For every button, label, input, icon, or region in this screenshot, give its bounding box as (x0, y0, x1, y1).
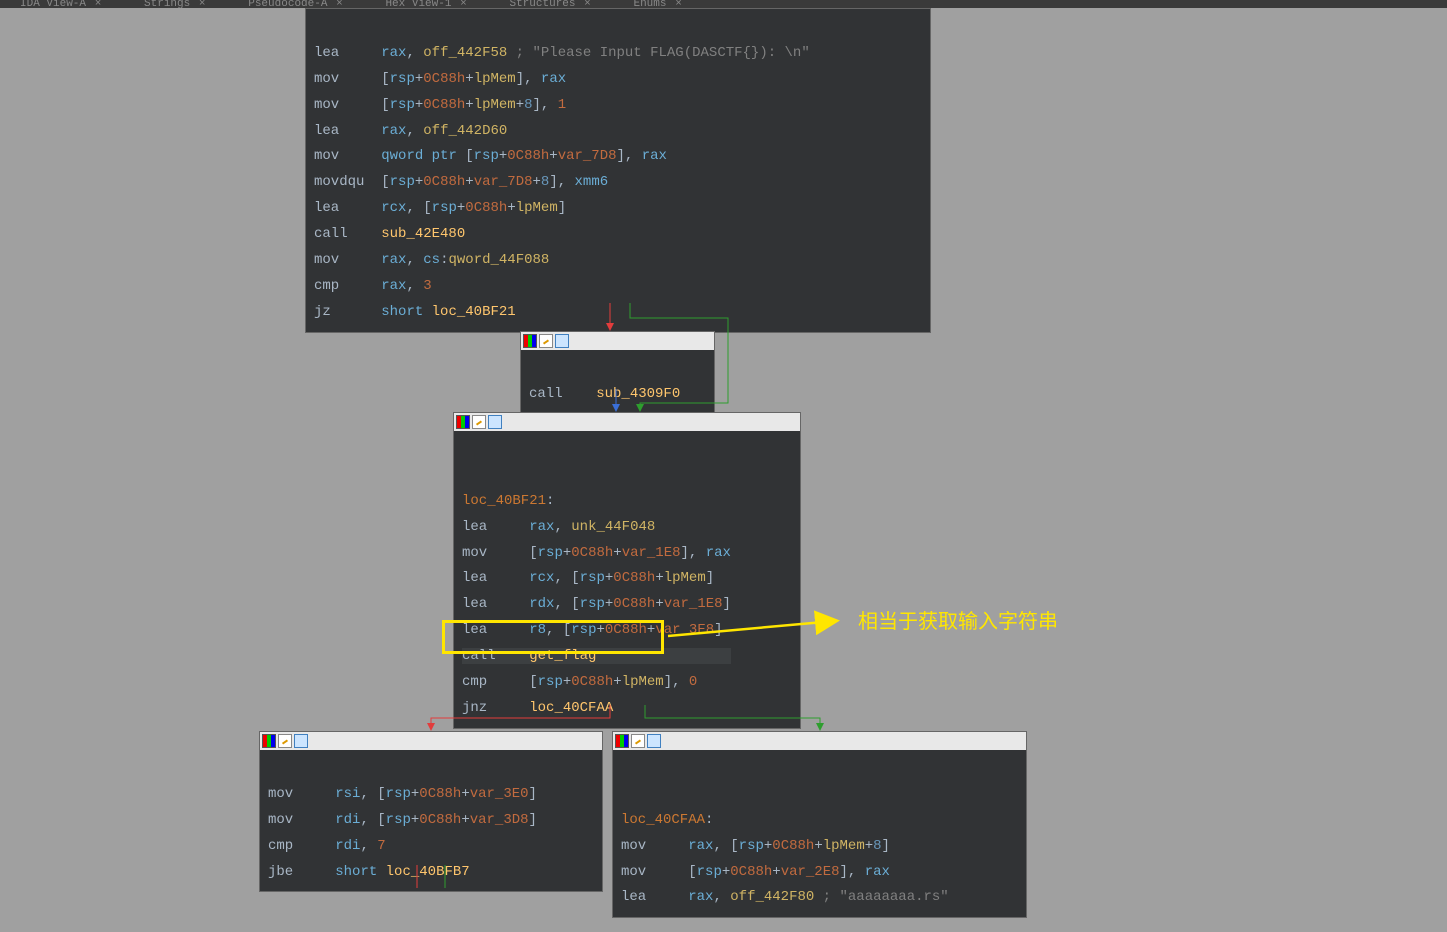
tab-bar: IDA View-A× Strings× Pseudocode-A× Hex V… (0, 0, 1447, 8)
tab-ida-view[interactable]: IDA View-A× (0, 0, 124, 8)
disasm-body: loc_40CFAA: mov rax, [rsp+0C88h+lpMem+8]… (613, 750, 1026, 917)
node-header (260, 732, 602, 750)
graph-node[interactable]: loc_40BF21: lea rax, unk_44F048 mov [rsp… (453, 412, 801, 729)
close-icon[interactable]: × (457, 0, 469, 8)
tab-enums[interactable]: Enums× (613, 0, 704, 8)
edit-icon[interactable] (472, 415, 486, 429)
graph-canvas[interactable]: lea rax, off_442F58 ; "Please Input FLAG… (0, 8, 1447, 924)
rgb-icon[interactable] (523, 334, 537, 348)
doc-icon[interactable] (488, 415, 502, 429)
node-header (613, 732, 1026, 750)
doc-icon[interactable] (647, 734, 661, 748)
close-icon[interactable]: × (673, 0, 685, 8)
graph-node[interactable]: mov rsi, [rsp+0C88h+var_3E0] mov rdi, [r… (259, 731, 603, 892)
node-header (521, 332, 714, 350)
annotation-text: 相当于获取输入字符串 (858, 605, 1058, 634)
rgb-icon[interactable] (262, 734, 276, 748)
disasm-body: mov rsi, [rsp+0C88h+var_3E0] mov rdi, [r… (260, 750, 602, 891)
disasm-body: loc_40BF21: lea rax, unk_44F048 mov [rsp… (454, 431, 800, 728)
edit-icon[interactable] (539, 334, 553, 348)
graph-node[interactable]: loc_40CFAA: mov rax, [rsp+0C88h+lpMem+8]… (612, 731, 1027, 918)
disasm-body: lea rax, off_442F58 ; "Please Input FLAG… (306, 9, 930, 332)
close-icon[interactable]: × (581, 0, 593, 8)
node-header (454, 413, 800, 431)
close-icon[interactable]: × (196, 0, 208, 8)
graph-node[interactable]: lea rax, off_442F58 ; "Please Input FLAG… (305, 8, 931, 333)
edit-icon[interactable] (631, 734, 645, 748)
tab-strings[interactable]: Strings× (124, 0, 228, 8)
graph-node[interactable]: call sub_4309F0 (520, 331, 715, 415)
close-icon[interactable]: × (92, 0, 104, 8)
doc-icon[interactable] (555, 334, 569, 348)
tab-structures[interactable]: Structures× (489, 0, 613, 8)
close-icon[interactable]: × (333, 0, 345, 8)
rgb-icon[interactable] (456, 415, 470, 429)
edit-icon[interactable] (278, 734, 292, 748)
tab-hex-view[interactable]: Hex View-1× (365, 0, 489, 8)
disasm-body: call sub_4309F0 (521, 350, 714, 414)
tab-pseudocode[interactable]: Pseudocode-A× (228, 0, 365, 8)
doc-icon[interactable] (294, 734, 308, 748)
rgb-icon[interactable] (615, 734, 629, 748)
